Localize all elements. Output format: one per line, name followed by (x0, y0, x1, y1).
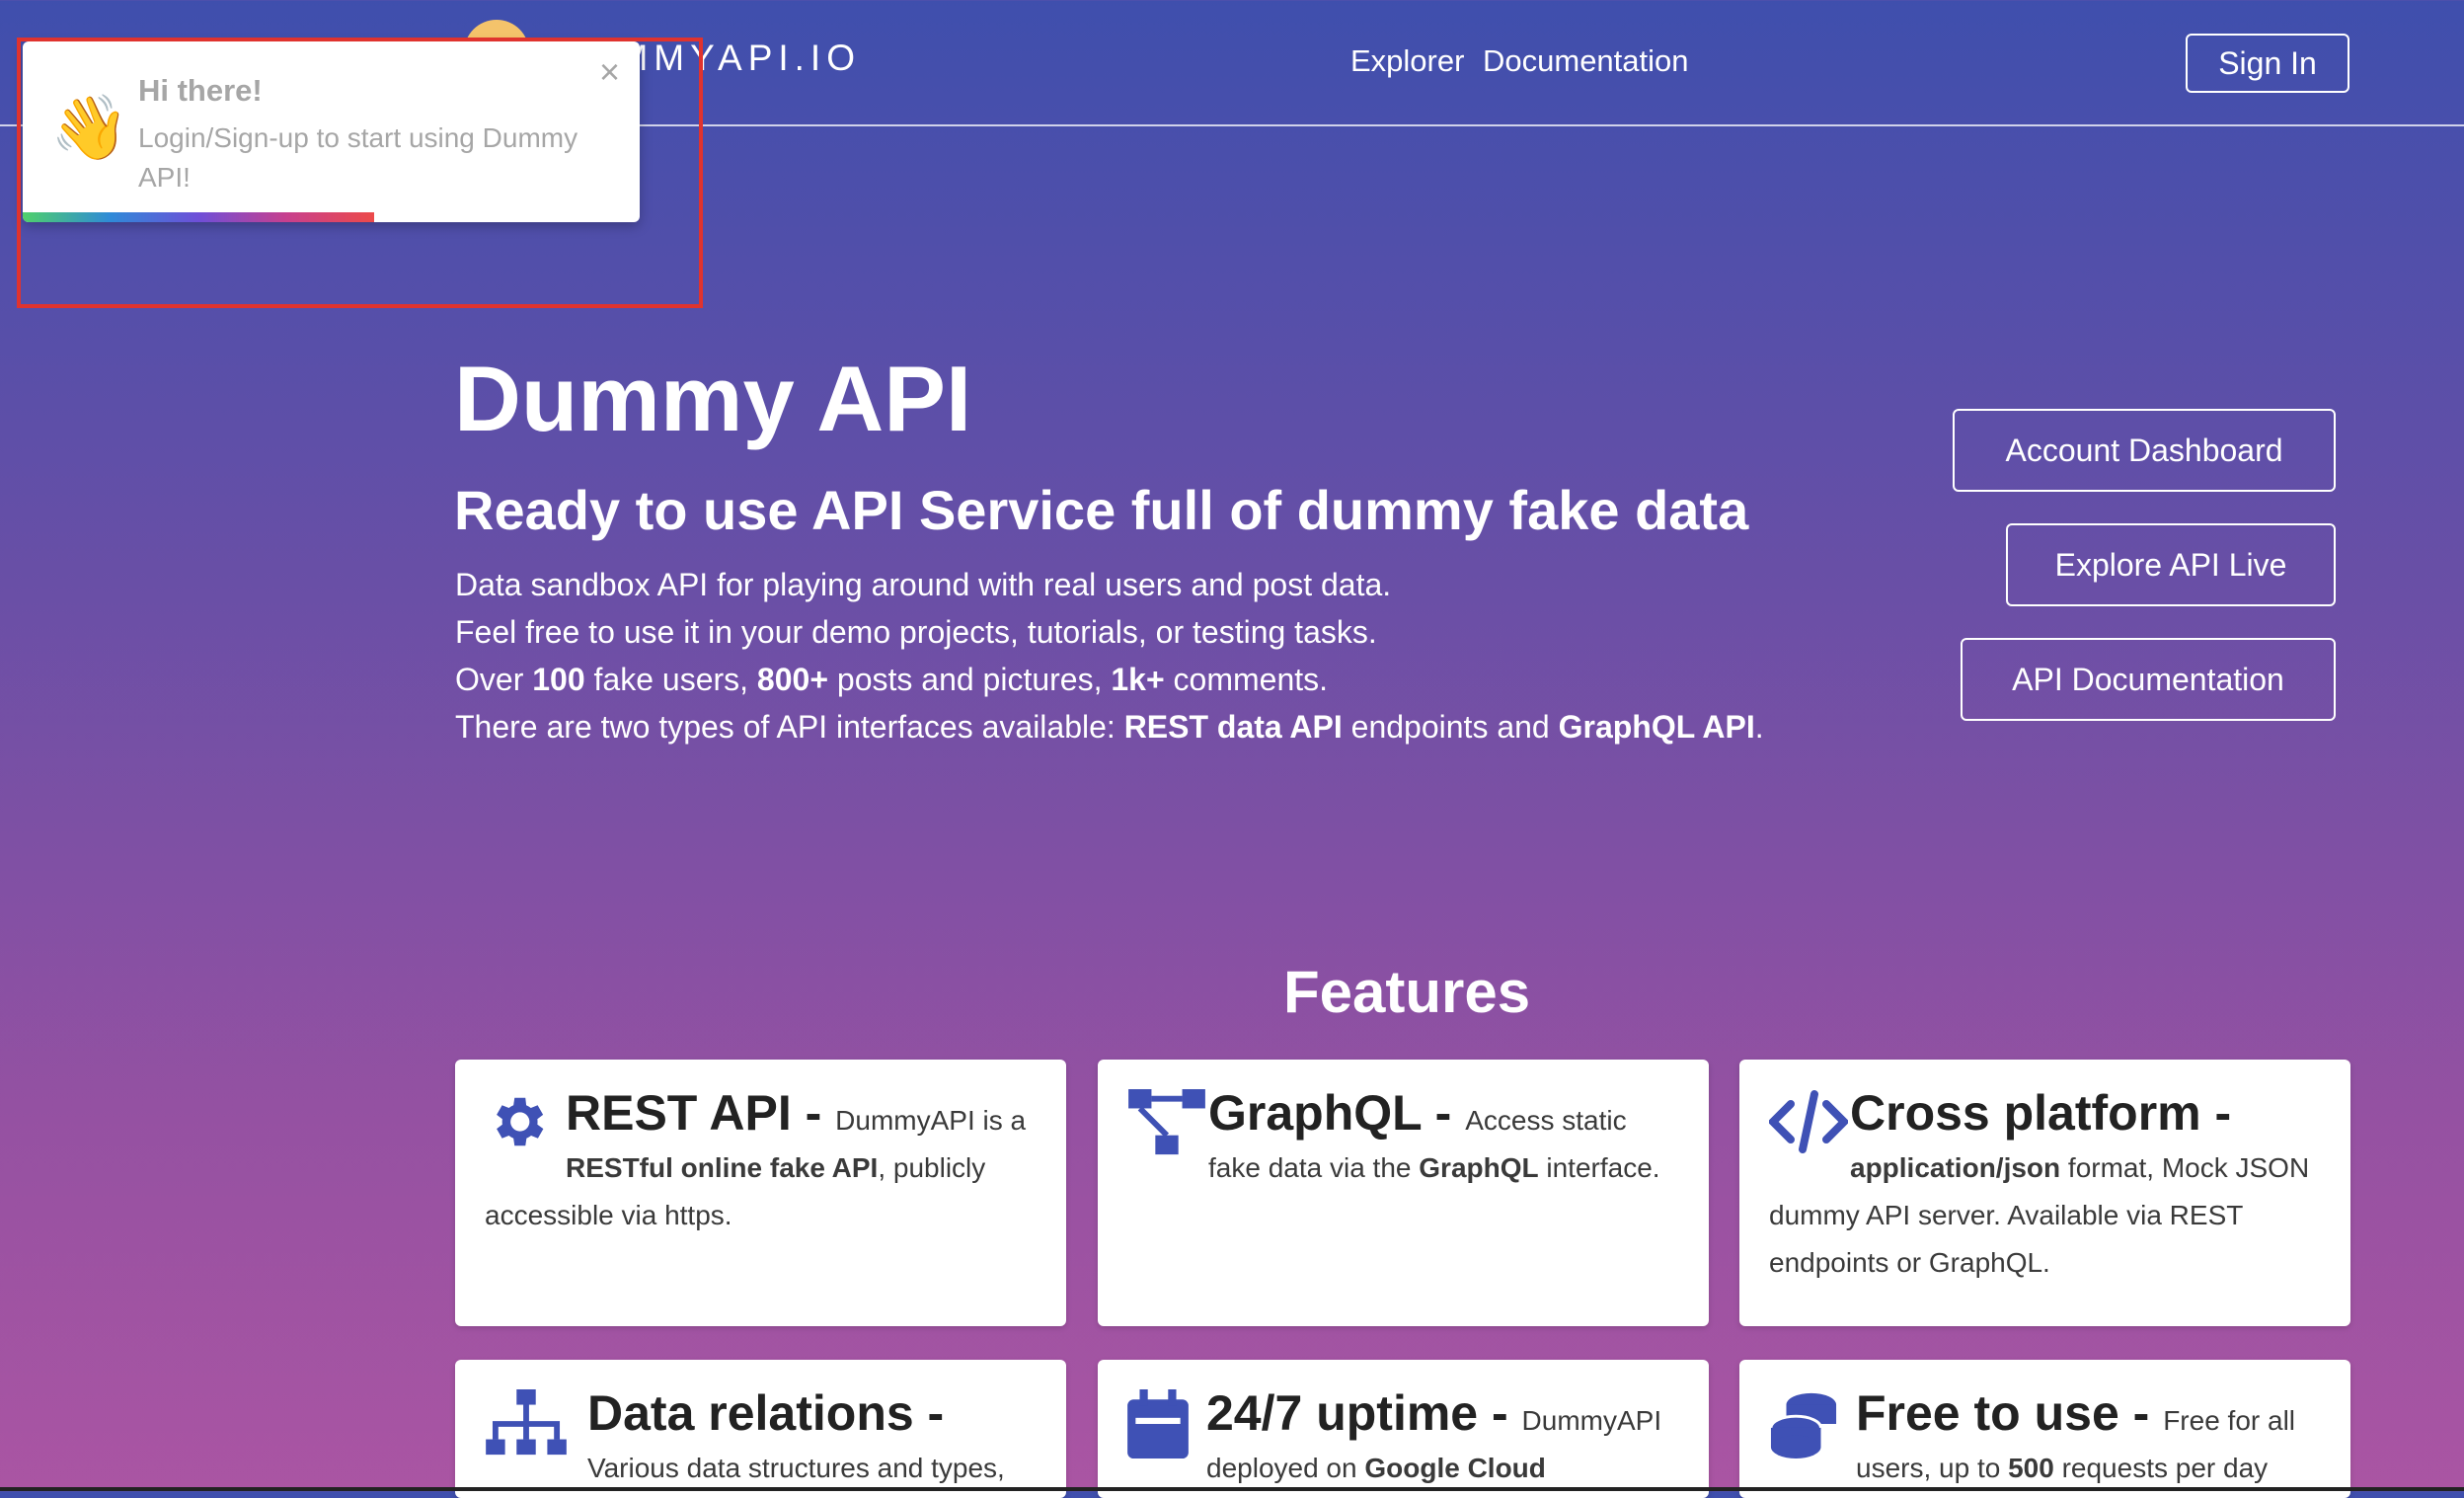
coins-icon (1769, 1389, 1856, 1468)
highlight-box (17, 38, 703, 308)
feature-card-rest-api: REST API - DummyAPI is a RESTful online … (455, 1060, 1066, 1326)
nav-link-explorer[interactable]: Explorer (1350, 43, 1464, 79)
hero-description-line-1: Data sandbox API for playing around with… (455, 567, 1392, 602)
sign-in-button[interactable]: Sign In (2186, 34, 2349, 93)
gear-icon (485, 1089, 566, 1168)
hero-description-line-3: Over 100 fake users, 800+ posts and pict… (455, 662, 1329, 697)
explore-api-live-button[interactable]: Explore API Live (2006, 523, 2336, 606)
graph-icon (1127, 1089, 1208, 1168)
page-title: Dummy API (454, 347, 972, 450)
feature-title: 24/7 uptime - (1206, 1385, 1522, 1441)
feature-card-free-to-use: Free to use - Free for all users, up to … (1739, 1360, 2350, 1498)
window-bottom-edge (0, 1487, 2464, 1491)
hero-description-line-4: There are two types of API interfaces av… (455, 709, 1764, 745)
account-dashboard-button[interactable]: Account Dashboard (1953, 409, 2336, 492)
feature-title: Data relations - (587, 1385, 945, 1441)
sitemap-icon (485, 1389, 587, 1468)
feature-title: GraphQL - (1208, 1085, 1466, 1141)
feature-card-uptime: 24/7 uptime - DummyAPI deployed on Googl… (1098, 1360, 1709, 1498)
code-icon (1767, 1089, 1850, 1168)
nav-link-documentation[interactable]: Documentation (1483, 43, 1689, 79)
feature-title: REST API - (566, 1085, 836, 1141)
features-heading: Features (1283, 959, 1531, 1025)
feature-card-graphql: GraphQL - Access static fake data via th… (1098, 1060, 1709, 1326)
calendar-icon (1127, 1389, 1206, 1468)
feature-title: Cross platform - (1850, 1085, 2232, 1141)
feature-title: Free to use - (1856, 1385, 2164, 1441)
page-subtitle: Ready to use API Service full of dummy f… (454, 479, 1749, 541)
feature-card-cross-platform: Cross platform - application/json format… (1739, 1060, 2350, 1326)
api-documentation-button[interactable]: API Documentation (1961, 638, 2336, 721)
hero-description-line-2: Feel free to use it in your demo project… (455, 614, 1377, 650)
feature-card-data-relations: Data relations - Various data structures… (455, 1360, 1066, 1498)
